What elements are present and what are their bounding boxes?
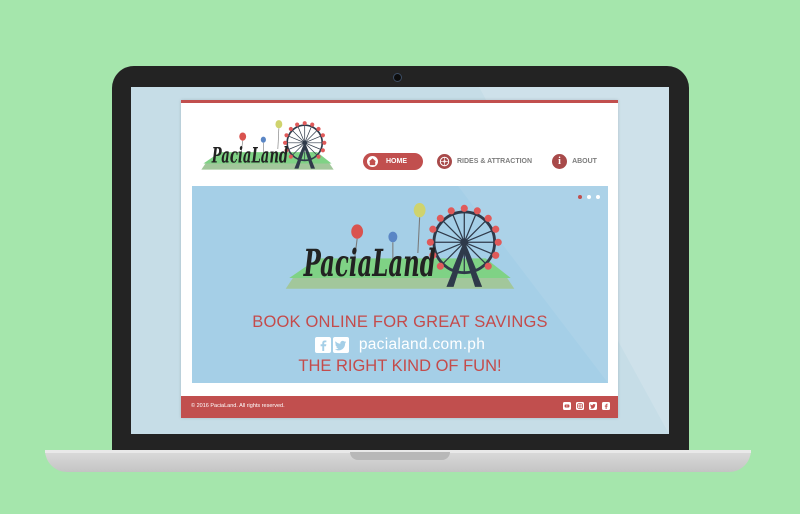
laptop-notch: [350, 452, 450, 460]
footer-social-icons: [563, 402, 610, 410]
website: PaciaLand HOME RIDES & ATTRACTION i ABOU…: [181, 100, 618, 418]
instagram-icon[interactable]: [576, 402, 584, 410]
info-icon: i: [552, 154, 568, 169]
top-accent-bar: [181, 100, 618, 103]
youtube-icon[interactable]: [563, 402, 571, 410]
main-nav: HOME RIDES & ATTRACTION i ABOUT: [363, 153, 597, 170]
nav-rides-attraction-link[interactable]: RIDES & ATTRACTION: [437, 154, 532, 169]
twitter-footer-icon[interactable]: [589, 402, 597, 410]
slider-dot-1[interactable]: [578, 195, 582, 199]
copyright-text: © 2016 PaciaLand. All rights reserved.: [191, 403, 285, 409]
twitter-icon[interactable]: [332, 337, 349, 353]
logo-text: PaciaLand: [211, 143, 288, 168]
laptop-screen: PaciaLand HOME RIDES & ATTRACTION i ABOU…: [131, 87, 669, 434]
slider-dots: [578, 195, 600, 199]
hero-banner: PaciaLand BOOK ONLINE FOR GREAT SAVINGS …: [192, 186, 608, 383]
slider-dot-2[interactable]: [587, 195, 591, 199]
slider-dot-3[interactable]: [596, 195, 600, 199]
nav-about-link[interactable]: i ABOUT: [552, 154, 597, 169]
nav-about-label: ABOUT: [572, 158, 597, 165]
facebook-footer-icon[interactable]: [602, 402, 610, 410]
nav-rides-label: RIDES & ATTRACTION: [457, 158, 533, 165]
hero-social-row: pacialand.com.ph: [192, 336, 608, 354]
hero-tagline: THE RIGHT KIND OF FUN!: [298, 357, 502, 375]
hero-headline: BOOK ONLINE FOR GREAT SAVINGS: [252, 313, 548, 331]
webcam-icon: [393, 73, 402, 82]
facebook-icon[interactable]: [314, 337, 331, 353]
hero-logo: PaciaLand: [275, 198, 525, 308]
site-url[interactable]: pacialand.com.ph: [359, 336, 485, 354]
home-icon: [367, 156, 378, 167]
hero-logo-text: PaciaLand: [303, 241, 436, 285]
ferris-wheel-icon: [437, 154, 452, 169]
site-logo[interactable]: PaciaLand: [195, 118, 340, 180]
nav-home-label: HOME: [386, 158, 407, 165]
site-footer: © 2016 PaciaLand. All rights reserved.: [181, 396, 618, 418]
nav-home-button[interactable]: HOME: [363, 153, 423, 170]
